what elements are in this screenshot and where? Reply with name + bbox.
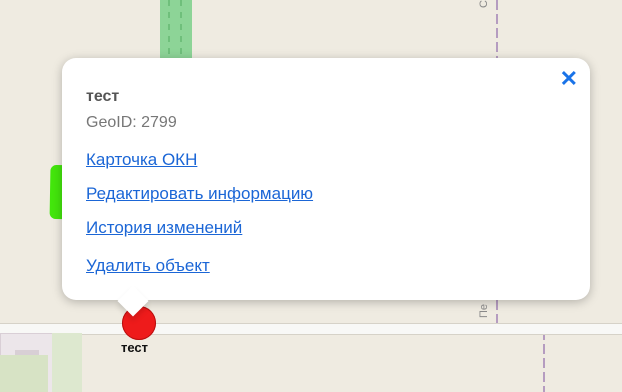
field-area — [52, 333, 82, 392]
street-label: Пе — [478, 303, 490, 318]
info-popup: ✕ тест GeoID: 2799 Карточка ОКН Редактир… — [62, 58, 590, 300]
close-icon[interactable]: ✕ — [560, 66, 578, 92]
popup-title: тест — [86, 88, 120, 105]
road — [0, 323, 622, 335]
boundary-line — [496, 0, 498, 62]
map-canvas[interactable]: Стах Пе тест ✕ тест GeoID: 2799 Карточка… — [0, 0, 622, 392]
okn-card-link[interactable]: Карточка ОКН — [86, 150, 197, 170]
field-area — [0, 355, 48, 392]
boundary-line — [543, 330, 545, 392]
delete-object-link[interactable]: Удалить объект — [86, 256, 210, 276]
marker-label: тест — [121, 340, 149, 355]
edit-info-link[interactable]: Редактировать информацию — [86, 184, 313, 204]
change-history-link[interactable]: История изменений — [86, 218, 242, 238]
geoid-text: GeoID: 2799 — [86, 114, 177, 131]
street-label: Стах — [478, 0, 490, 8]
green-area — [160, 0, 192, 62]
